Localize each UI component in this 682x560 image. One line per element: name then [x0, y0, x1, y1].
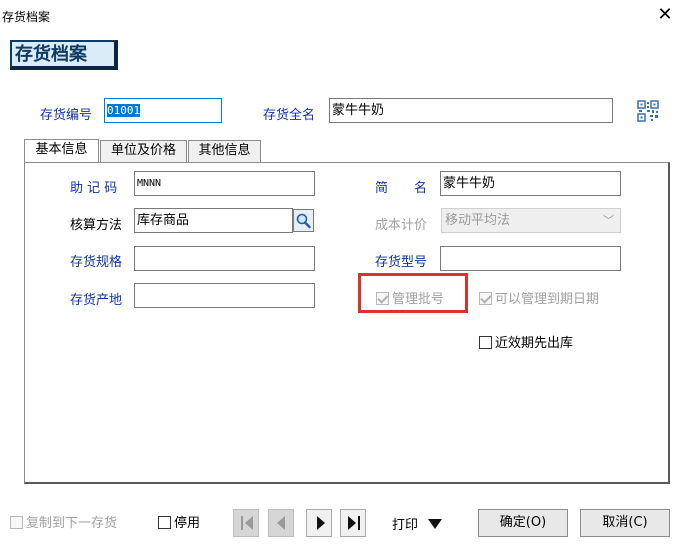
batch-label: 管理批号 — [392, 292, 445, 307]
checkbox-icon — [10, 516, 23, 529]
copy-next-label: 复制到下一存货 — [26, 516, 118, 531]
batch-checkbox[interactable]: 管理批号 — [376, 288, 444, 307]
close-icon[interactable]: ✕ — [655, 4, 675, 25]
expiry-checkbox[interactable]: 可以管理到期日期 — [479, 288, 599, 307]
print-label: 打印 — [392, 518, 419, 533]
copy-next-checkbox[interactable]: 复制到下一存货 — [10, 512, 117, 531]
mnemonic-label: 助 记 码 — [70, 181, 118, 196]
short-name-label: 简 名 — [375, 181, 428, 196]
first-icon — [241, 516, 243, 530]
window-title: 存货档案 — [2, 10, 51, 24]
mnemonic-input[interactable]: MNNN — [134, 171, 315, 196]
accounting-input[interactable]: 库存商品 — [134, 208, 293, 233]
origin-label: 存货产地 — [70, 293, 123, 308]
fullname-label: 存货全名 — [263, 108, 316, 123]
print-button[interactable]: 打印 — [392, 514, 443, 533]
tab-other-info[interactable]: 其他信息 — [188, 140, 261, 162]
cost-method-select[interactable]: 移动平均法 ﹀ — [441, 208, 621, 233]
code-label: 存货编号 — [40, 108, 93, 123]
checkbox-icon — [376, 292, 389, 305]
chevron-down-icon: ﹀ — [603, 214, 614, 227]
tab-basic-info[interactable]: 基本信息 — [24, 139, 99, 163]
prev-record-button[interactable] — [268, 509, 294, 537]
model-label: 存货型号 — [375, 255, 428, 270]
next-icon — [317, 516, 325, 530]
disable-label: 停用 — [174, 516, 201, 531]
fefo-checkbox[interactable]: 近效期先出库 — [479, 332, 573, 351]
fullname-input[interactable]: 蒙牛牛奶 — [329, 98, 613, 123]
short-name-input[interactable]: 蒙牛牛奶 — [440, 171, 621, 196]
code-value: 01001 — [107, 104, 141, 117]
expiry-label: 可以管理到期日期 — [495, 292, 600, 307]
spec-input[interactable] — [134, 246, 315, 271]
spec-label: 存货规格 — [70, 255, 123, 270]
cancel-button[interactable]: 取消(C) — [580, 509, 670, 537]
tab-unit-price[interactable]: 单位及价格 — [100, 140, 187, 162]
prev-icon — [277, 516, 285, 530]
checkbox-icon — [479, 292, 492, 305]
magnifier-icon — [296, 213, 311, 229]
search-button[interactable] — [293, 209, 314, 232]
disable-checkbox[interactable]: 停用 — [158, 512, 200, 531]
accounting-label: 核算方法 — [70, 218, 123, 233]
cost-label: 成本计价 — [375, 218, 428, 233]
checkbox-icon — [158, 516, 171, 529]
next-record-button[interactable] — [306, 509, 332, 537]
first-record-button[interactable] — [233, 509, 259, 537]
model-input[interactable] — [440, 246, 621, 271]
code-input[interactable]: 01001 — [104, 98, 222, 123]
origin-input[interactable] — [134, 283, 315, 308]
last-icon — [348, 516, 356, 530]
dropdown-arrow-icon — [428, 519, 443, 529]
checkbox-icon — [479, 336, 492, 349]
ok-button[interactable]: 确定(O) — [478, 509, 568, 537]
qr-code-icon[interactable] — [637, 100, 659, 122]
page-title: 存货档案 — [10, 40, 118, 70]
fefo-label: 近效期先出库 — [495, 336, 574, 351]
last-record-button[interactable] — [340, 509, 366, 537]
cost-method-value: 移动平均法 — [445, 213, 511, 228]
